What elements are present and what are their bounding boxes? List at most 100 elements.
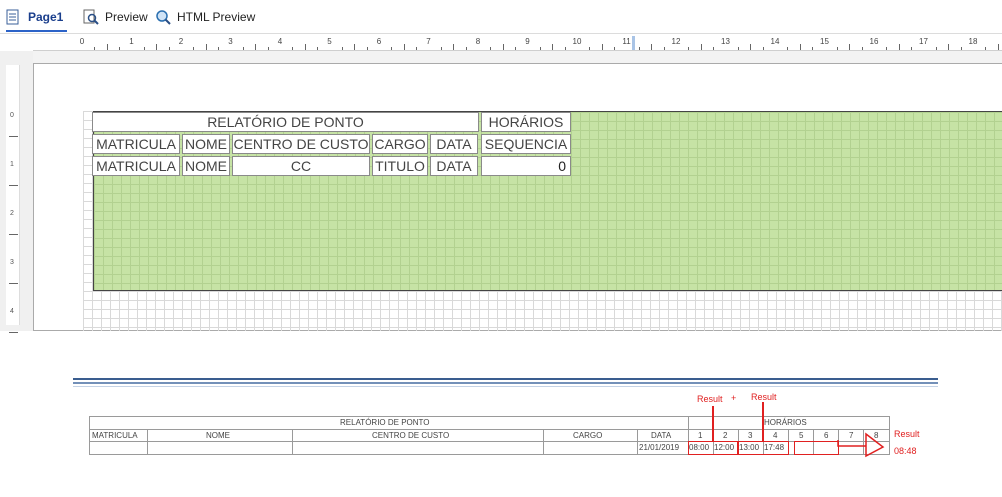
- pv-line: [89, 416, 890, 417]
- annotation-pointer-line: [712, 406, 714, 442]
- ruler-tick: [304, 44, 306, 50]
- title-cell[interactable]: RELATÓRIO DE PONTO: [92, 112, 479, 132]
- ruler-number: 10: [572, 37, 582, 46]
- vertical-ruler[interactable]: 0 1 2 3 4: [6, 65, 20, 333]
- annotation-pointer-line: [762, 402, 764, 442]
- preview-slot-2: 2: [723, 431, 728, 440]
- header-centro-de-custo[interactable]: CENTRO DE CUSTO: [232, 134, 370, 154]
- field-matricula[interactable]: MATRICULA: [92, 156, 180, 176]
- ruler-tick: [688, 47, 690, 50]
- ruler-number: 4: [277, 37, 283, 46]
- ruler-tick: [663, 47, 665, 50]
- preview-header-centro-de-custo: CENTRO DE CUSTO: [372, 431, 450, 440]
- ruler-number: 15: [820, 37, 829, 46]
- ruler-tick: [205, 44, 207, 50]
- ruler-number: 4: [10, 308, 14, 315]
- ruler-tick: [106, 44, 108, 50]
- ruler-cursor-marker: [632, 36, 635, 50]
- ruler-number: 6: [376, 37, 382, 46]
- ruler-tick: [601, 44, 603, 50]
- tab-html-preview[interactable]: HTML Preview: [155, 0, 255, 34]
- header-data[interactable]: DATA: [430, 134, 478, 154]
- annotation-plus-sign: +: [731, 393, 737, 403]
- document-tab-bar: Page1 Preview HTML Preview: [0, 0, 1002, 34]
- ruler-number: 3: [228, 37, 233, 46]
- horarios-cell[interactable]: HORÁRIOS: [481, 112, 571, 132]
- ruler-tick: [168, 47, 170, 50]
- ruler-tick: [403, 44, 405, 50]
- ruler-tick: [638, 47, 640, 50]
- header-cargo[interactable]: CARGO: [372, 134, 428, 154]
- annotation-result-value: 08:48: [894, 446, 917, 456]
- ruler-tick: [836, 47, 838, 50]
- annotation-result-label: Result: [697, 394, 723, 404]
- annotation-result-label: Result: [751, 392, 777, 402]
- ruler-number: 1: [10, 161, 14, 168]
- ruler-tick: [737, 47, 739, 50]
- ruler-number: 5: [327, 37, 332, 46]
- field-titulo[interactable]: TITULO: [372, 156, 428, 176]
- ruler-tick: [366, 47, 368, 50]
- annotation-box-pair-2: [738, 441, 789, 455]
- ruler-tick: [564, 47, 566, 50]
- ruler-tick: [267, 47, 269, 50]
- ruler-tick: [539, 47, 541, 50]
- pv-line: [292, 429, 293, 455]
- ruler-number: 17: [919, 37, 928, 46]
- ruler-tick: [960, 47, 962, 50]
- ruler-tick: [9, 136, 18, 137]
- ruler-tick: [700, 44, 702, 50]
- preview-header-matricula: MATRICULA: [92, 431, 138, 440]
- field-sequence-value[interactable]: 0: [481, 156, 571, 176]
- header-matricula[interactable]: MATRICULA: [92, 134, 180, 154]
- ruler-tick: [799, 44, 801, 50]
- horizontal-ruler[interactable]: 0 1 2 3 4 5 6 7 8 9 10 11 12 13 14 15 16 17 18: [33, 35, 1002, 51]
- preview-title: RELATÓRIO DE PONTO: [340, 418, 430, 427]
- preview-header-cargo: CARGO: [573, 431, 603, 440]
- preview-slot-6: 6: [824, 431, 829, 440]
- ruler-tick: [317, 47, 319, 50]
- ruler-tick: [9, 332, 18, 333]
- field-cc[interactable]: CC: [232, 156, 370, 176]
- preview-header-nome: NOME: [206, 431, 230, 440]
- ruler-tick: [515, 47, 517, 50]
- ruler-tick: [193, 47, 195, 50]
- pv-line: [89, 416, 90, 455]
- header-nome[interactable]: NOME: [182, 134, 230, 154]
- annotation-result-box: [794, 441, 839, 455]
- separator-line: [73, 386, 938, 387]
- ruler-tick: [614, 47, 616, 50]
- ruler-tick: [465, 47, 467, 50]
- preview-slot-3: 3: [748, 431, 753, 440]
- field-data[interactable]: DATA: [430, 156, 478, 176]
- ruler-tick: [935, 47, 937, 50]
- ruler-tick: [143, 47, 145, 50]
- html-preview-icon: [155, 9, 171, 25]
- ruler-tick: [552, 44, 554, 50]
- ruler-tick: [255, 44, 257, 50]
- header-sequencia[interactable]: SEQUENCIA: [481, 134, 571, 154]
- ruler-tick: [861, 47, 863, 50]
- annotation-arrow-icon: [837, 432, 885, 458]
- tab-preview-label: Preview: [105, 10, 148, 24]
- tab-preview[interactable]: Preview: [83, 0, 148, 34]
- ruler-tick: [985, 47, 987, 50]
- ruler-tick: [391, 47, 393, 50]
- ruler-number: 7: [426, 37, 431, 46]
- ruler-tick: [453, 44, 455, 50]
- ruler-tick: [713, 47, 715, 50]
- field-nome[interactable]: NOME: [182, 156, 230, 176]
- tab-page1[interactable]: Page1: [6, 0, 68, 34]
- ruler-tick: [341, 47, 343, 50]
- ruler-number: 11: [622, 37, 631, 46]
- ruler-tick: [502, 44, 504, 50]
- ruler-tick: [651, 44, 653, 50]
- preview-slot-4: 4: [773, 431, 778, 440]
- pv-line: [89, 429, 890, 430]
- ruler-tick: [292, 47, 294, 50]
- ruler-number: 14: [770, 37, 780, 46]
- ruler-tick: [416, 47, 418, 50]
- ruler-tick: [886, 47, 888, 50]
- ruler-number: 9: [525, 37, 530, 46]
- report-designer-canvas[interactable]: RELATÓRIO DE PONTO HORÁRIOS MATRICULA NO…: [33, 51, 1002, 331]
